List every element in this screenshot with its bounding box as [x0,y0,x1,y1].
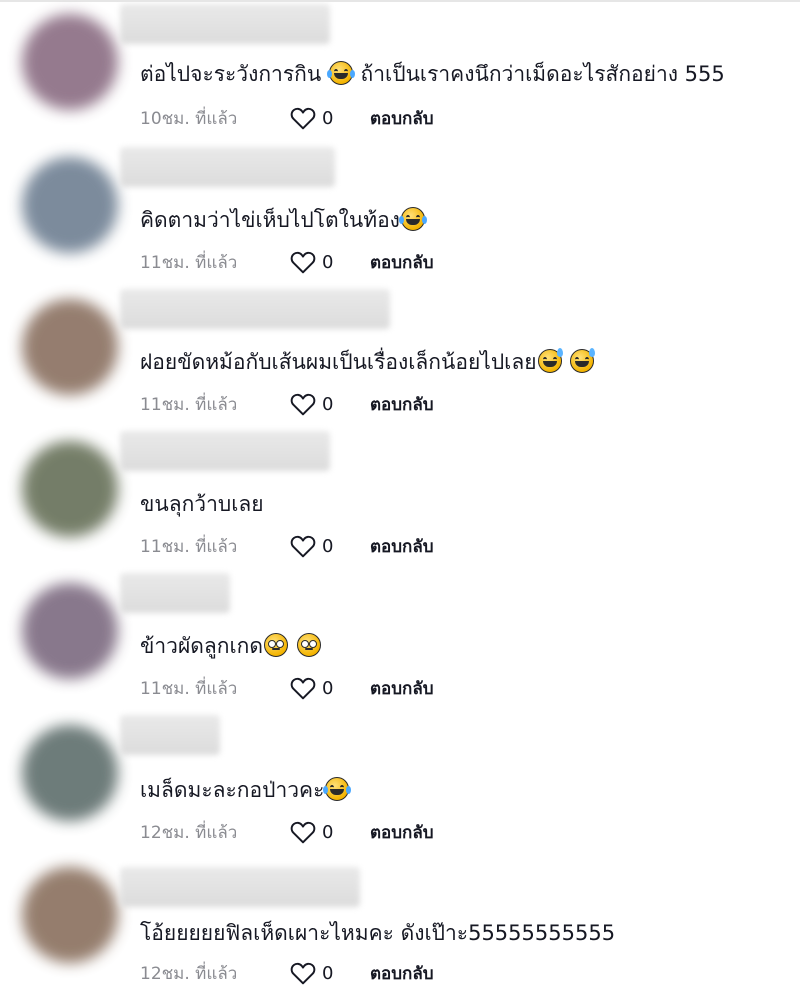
avatar[interactable] [22,441,118,537]
heart-outline-icon [290,535,316,558]
comment-time: 10ชม. ที่แล้ว [140,108,238,129]
username-blurred[interactable] [120,147,335,187]
comment-time: 11ชม. ที่แล้ว [140,536,238,557]
like-count: 0 [322,107,334,129]
comment-text: ข้าวผัดลูกเกด [140,632,322,660]
comment-item: ต่อไปจะระวังการกิน ถ้าเป็นเราคงนึกว่าเม็… [0,0,800,142]
like-button[interactable]: 0 [290,676,370,700]
heart-outline-icon [290,962,316,985]
avatar[interactable] [22,725,118,821]
username-blurred[interactable] [120,431,330,471]
heart-outline-icon [290,393,316,416]
avatar[interactable] [22,157,118,253]
heart-outline-icon [290,821,316,844]
reply-button[interactable]: ตอบกลับ [370,391,434,418]
reply-button[interactable]: ตอบกลับ [370,105,434,132]
reply-button[interactable]: ตอบกลับ [370,960,434,987]
comment-text: โอ้ยยยยยฟิลเห็ดเผาะไหมคะ ดังเป๊าะ5555555… [140,921,616,945]
like-button[interactable]: 0 [290,961,370,985]
heart-outline-icon [290,107,316,130]
like-count: 0 [322,677,334,699]
comment-item: ข้าวผัดลูกเกด 11ชม. ที่แล้ว 0 ตอบกลับ [0,569,800,711]
username-blurred[interactable] [120,715,220,755]
comment-text: เมล็ดมะละกอป่าวคะ [140,776,352,804]
reply-button[interactable]: ตอบกลับ [370,675,434,702]
comment-time: 11ชม. ที่แล้ว [140,252,238,273]
like-button[interactable]: 0 [290,250,370,274]
flushed-face-icon [296,633,321,657]
like-button[interactable]: 0 [290,820,370,844]
heart-outline-icon [290,251,316,274]
comment-meta: 12ชม. ที่แล้ว 0 ตอบกลับ [140,818,434,846]
avatar[interactable] [22,867,118,963]
comment-meta: 11ชม. ที่แล้ว 0 ตอบกลับ [140,674,434,702]
like-count: 0 [322,535,334,557]
comment-meta: 11ชม. ที่แล้ว 0 ตอบกลับ [140,390,434,418]
like-count: 0 [322,393,334,415]
grinning-face-with-sweat-icon [537,348,563,373]
avatar[interactable] [22,299,118,395]
comment-time: 12ชม. ที่แล้ว [140,822,238,843]
username-blurred[interactable] [120,573,230,613]
comment-text: ฝอยขัดหม้อกับเส้นผมเป็นเรื่องเล็กน้อยไปเ… [140,348,596,376]
like-count: 0 [322,251,334,273]
grinning-face-with-sweat-icon [570,348,596,373]
reply-button[interactable]: ตอบกลับ [370,249,434,276]
comment-time: 11ชม. ที่แล้ว [140,394,238,415]
username-blurred[interactable] [120,867,360,907]
comment-text: ขนลุกว้าบเลย [140,492,264,516]
reply-button[interactable]: ตอบกลับ [370,819,434,846]
comment-meta: 10ชม. ที่แล้ว 0 ตอบกลับ [140,104,434,132]
comment-item: คิดตามว่าไข่เห็บไปโตในท้อง 11ชม. ที่แล้ว… [0,143,800,285]
username-blurred[interactable] [120,289,390,329]
username-blurred[interactable] [120,4,330,44]
comment-text: คิดตามว่าไข่เห็บไปโตในท้อง [140,206,427,234]
like-button[interactable]: 0 [290,106,370,130]
face-with-tears-of-joy-icon [398,207,427,231]
avatar[interactable] [22,14,118,110]
like-button[interactable]: 0 [290,392,370,416]
comment-item: โอ้ยยยยยฟิลเห็ดเผาะไหมคะ ดังเป๊าะ5555555… [0,853,800,992]
like-count: 0 [322,962,334,984]
comment-item: ฝอยขัดหม้อกับเส้นผมเป็นเรื่องเล็กน้อยไปเ… [0,285,800,427]
comment-meta: 12ชม. ที่แล้ว 0 ตอบกลับ [140,959,434,987]
comment-item: เมล็ดมะละกอป่าวคะ 12ชม. ที่แล้ว 0 ตอบกลั… [0,711,800,853]
face-with-tears-of-joy-icon [323,777,352,801]
avatar[interactable] [22,583,118,679]
comment-meta: 11ชม. ที่แล้ว 0 ตอบกลับ [140,248,434,276]
comment-time: 12ชม. ที่แล้ว [140,963,238,984]
reply-button[interactable]: ตอบกลับ [370,533,434,560]
comment-text: ต่อไปจะระวังการกิน ถ้าเป็นเราคงนึกว่าเม็… [140,61,725,86]
comment-list: ต่อไปจะระวังการกิน ถ้าเป็นเราคงนึกว่าเม็… [0,0,800,992]
flushed-face-icon [264,633,288,657]
face-with-tears-of-joy-icon [326,61,355,85]
comment-time: 11ชม. ที่แล้ว [140,678,238,699]
heart-outline-icon [290,677,316,700]
like-button[interactable]: 0 [290,534,370,558]
comment-item: ขนลุกว้าบเลย 11ชม. ที่แล้ว 0 ตอบกลับ [0,427,800,569]
like-count: 0 [322,821,334,843]
comment-meta: 11ชม. ที่แล้ว 0 ตอบกลับ [140,532,434,560]
